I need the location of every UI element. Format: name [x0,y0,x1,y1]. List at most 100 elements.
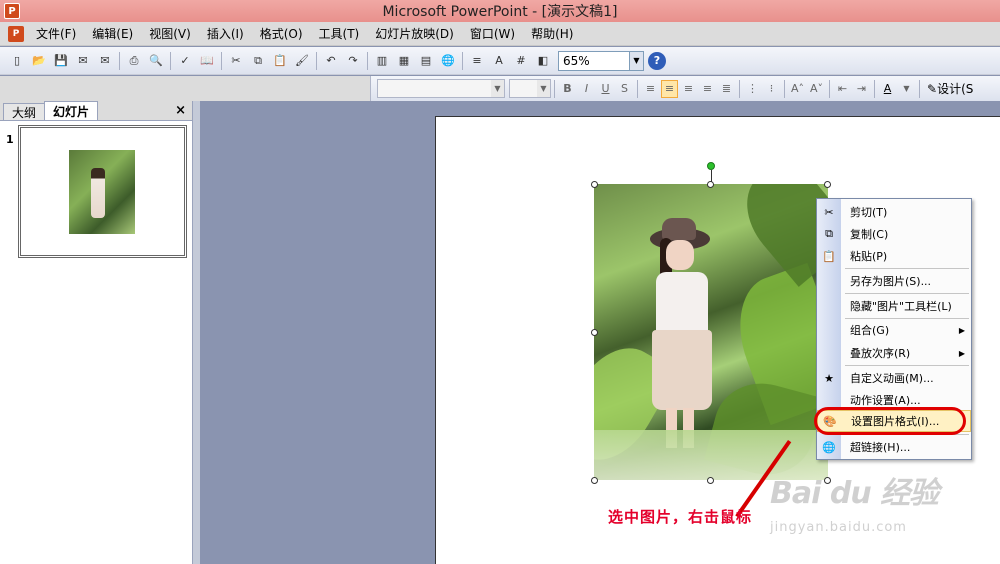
font-color-icon[interactable]: A [879,80,896,98]
toolbar-separator [919,79,920,98]
increase-font-icon[interactable]: A˄ [789,80,806,98]
decrease-font-icon[interactable]: A˅ [808,80,825,98]
help-icon[interactable]: ? [648,51,666,70]
align-right-icon[interactable]: ≡ [680,80,697,98]
menu-item-order[interactable]: 叠放次序(R) ▶ [817,342,971,364]
tab-outline[interactable]: 大纲 [3,103,46,120]
menu-item-hyperlink[interactable]: 🌐 超链接(H)... [817,436,971,458]
document-icon[interactable]: P [8,25,24,42]
toolbar-separator [874,79,875,98]
menu-item-save-as-picture[interactable]: 另存为图片(S)... [817,270,971,292]
font-size-dropdown[interactable]: ▼ [509,79,551,98]
chevron-down-icon[interactable]: ▼ [491,80,504,97]
align-left-icon[interactable]: ≡ [642,80,659,98]
save-icon[interactable]: 💾 [52,52,70,70]
menu-file[interactable]: 文件(F) [28,25,84,42]
resize-handle-ne[interactable] [824,181,831,188]
format-painter-icon[interactable]: 🖌 [293,52,311,70]
menu-separator [845,365,969,366]
menu-edit[interactable]: 编辑(E) [84,25,141,42]
font-name-dropdown[interactable]: ▼ [377,79,505,98]
print-preview-icon[interactable]: 🔍 [147,52,165,70]
resize-handle-sw[interactable] [591,477,598,484]
chevron-down-icon[interactable]: ▼ [898,80,915,98]
menu-item-label: 剪切(T) [850,206,888,219]
menu-item-hide-picture-toolbar[interactable]: 隐藏"图片"工具栏(L) [817,295,971,317]
distributed-icon[interactable]: ≣ [718,80,735,98]
shadow-icon[interactable]: S [616,80,633,98]
grid-icon[interactable]: # [512,52,530,70]
underline-icon[interactable]: U [597,80,614,98]
toolbar-separator [367,51,368,70]
menu-view[interactable]: 视图(V) [141,25,199,42]
bold-icon[interactable]: B [559,80,576,98]
new-icon[interactable]: ▯ [8,52,26,70]
menu-tools[interactable]: 工具(T) [311,25,368,42]
chart-icon[interactable]: ▥ [373,52,391,70]
formatting-toolbar: ▼ ▼ B I U S ≡ ≡ ≡ ≡ ≣ ⋮ ⁝ A˄ A˅ ⇤ ⇥ A ▼ … [370,76,1000,101]
table-icon[interactable]: ▦ [395,52,413,70]
decrease-indent-icon[interactable]: ⇤ [834,80,851,98]
permission-icon[interactable]: ✉ [74,52,92,70]
menu-separator [845,268,969,269]
hyperlink-icon[interactable]: 🌐 [439,52,457,70]
menu-item-label: 粘贴(P) [850,250,888,263]
menu-separator [845,293,969,294]
menu-item-paste[interactable]: 📋 粘贴(P) [817,245,971,267]
menu-help[interactable]: 帮助(H) [523,25,581,42]
numbering-icon[interactable]: ⋮ [744,80,761,98]
menu-slideshow[interactable]: 幻灯片放映(D) [367,25,462,42]
menu-format[interactable]: 格式(O) [252,25,311,42]
italic-icon[interactable]: I [578,80,595,98]
menu-window[interactable]: 窗口(W) [462,25,523,42]
bullets-icon[interactable]: ⁝ [763,80,780,98]
menu-item-group[interactable]: 组合(G) ▶ [817,319,971,341]
expand-all-icon[interactable]: ≡ [468,52,486,70]
design-button[interactable]: ✎ 设计(S [927,80,973,97]
zoom-value: 65% [563,53,590,68]
zoom-dropdown[interactable]: 65% ▼ [558,50,644,71]
rotation-handle[interactable] [707,162,715,170]
spelling-icon[interactable]: ✓ [176,52,194,70]
copy-icon: ⧉ [825,227,833,240]
print-icon[interactable]: ⎙ [125,52,143,70]
color-grayscale-icon[interactable]: ◧ [534,52,552,70]
resize-handle-n[interactable] [707,181,714,188]
undo-icon[interactable]: ↶ [322,52,340,70]
slides-pane: 大纲 幻灯片 × 1 [0,101,193,564]
menu-item-copy[interactable]: ⧉ 复制(C) [817,223,971,245]
resize-handle-nw[interactable] [591,181,598,188]
animation-icon: ★ [824,371,834,385]
menu-insert[interactable]: 插入(I) [199,25,252,42]
chevron-down-icon[interactable]: ▼ [629,51,643,70]
toolbar-separator [170,51,171,70]
email-icon[interactable]: ✉ [96,52,114,70]
resize-handle-w[interactable] [591,329,598,336]
tab-slides[interactable]: 幻灯片 [44,101,99,120]
design-label: 设计(S [937,82,974,96]
show-formatting-icon[interactable]: A [490,52,508,70]
redo-icon[interactable]: ↷ [344,52,362,70]
pane-splitter[interactable] [193,101,200,564]
menu-item-cut[interactable]: ✂ 剪切(T) [817,201,971,223]
menu-item-label: 超链接(H)... [850,441,911,454]
cut-icon[interactable]: ✂ [227,52,245,70]
chevron-down-icon[interactable]: ▼ [537,80,550,97]
open-icon[interactable]: 📂 [30,52,48,70]
resize-handle-s[interactable] [707,477,714,484]
menu-item-label: 叠放次序(R) [850,347,911,360]
copy-icon[interactable]: ⧉ [249,52,267,70]
justify-icon[interactable]: ≡ [699,80,716,98]
toolbar-separator [554,79,555,98]
selected-picture[interactable] [594,184,828,480]
increase-indent-icon[interactable]: ⇥ [853,80,870,98]
menu-item-custom-animation[interactable]: ★ 自定义动画(M)... [817,367,971,389]
slide-thumbnail[interactable] [18,125,187,258]
close-icon[interactable]: × [175,103,186,118]
paste-icon[interactable]: 📋 [271,52,289,70]
girl-head [666,240,694,270]
research-icon[interactable]: 📖 [198,52,216,70]
align-center-icon[interactable]: ≡ [661,79,678,98]
paste-icon: 📋 [822,249,836,263]
tables-borders-icon[interactable]: ▤ [417,52,435,70]
